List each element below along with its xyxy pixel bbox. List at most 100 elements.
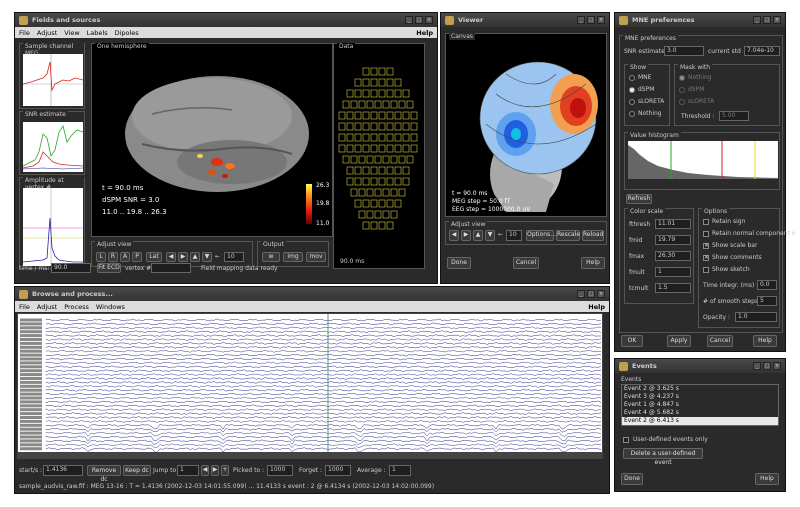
view-right-button[interactable]: R	[108, 252, 118, 262]
delete-event-button[interactable]: Delete a user-defined event	[623, 448, 703, 466]
browse-menu-process[interactable]: Process	[64, 303, 89, 311]
snr-estimate-input[interactable]: 3.0	[664, 46, 704, 56]
trace-area[interactable]	[17, 313, 603, 453]
viewer-rotate-up-button[interactable]: ▲	[473, 230, 483, 241]
show-mne-radio[interactable]	[629, 75, 635, 81]
output-w-button[interactable]: w	[262, 252, 280, 262]
refresh-button[interactable]: Refresh	[626, 194, 652, 204]
vertex-input[interactable]	[151, 263, 191, 273]
rotate-down-button[interactable]: ▼	[202, 252, 212, 262]
fmult-input[interactable]: 1	[655, 267, 691, 277]
viewer-done-button[interactable]: Done	[447, 257, 471, 269]
jump-next-button[interactable]: ▶	[211, 465, 219, 476]
close-icon[interactable]: ×	[773, 16, 781, 24]
mask-sloreta-radio[interactable]	[679, 99, 685, 105]
retain-sign-checkbox[interactable]	[703, 219, 709, 225]
viewer-cancel-button[interactable]: Cancel	[513, 257, 539, 269]
events-help-button[interactable]: Help	[755, 473, 779, 485]
viewer-rotate-right-button[interactable]: ▶	[461, 230, 471, 241]
viewer-rotate-left-button[interactable]: ◀	[449, 230, 459, 241]
view-posterior-button[interactable]: P	[132, 252, 142, 262]
menu-adjust[interactable]: Adjust	[37, 29, 57, 37]
step-input[interactable]: 10	[224, 252, 244, 262]
viewer-step-input[interactable]: 10	[506, 230, 522, 241]
maximize-icon[interactable]: □	[763, 16, 771, 24]
show-dspm-radio[interactable]	[629, 87, 635, 93]
rotate-up-button[interactable]: ▲	[190, 252, 200, 262]
viewer-titlebar[interactable]: Viewer _ □ ×	[441, 13, 609, 27]
close-icon[interactable]: ×	[425, 16, 433, 24]
browse-menu-file[interactable]: File	[19, 303, 30, 311]
view-lateral-button[interactable]: Lat	[146, 252, 162, 262]
events-list[interactable]: Event 2 @ 3.625 s Event 3 @ 4.237 s Even…	[621, 384, 779, 426]
minimize-icon[interactable]: _	[577, 16, 585, 24]
threshold-input[interactable]: 5.00	[719, 111, 749, 121]
event-item[interactable]: Event 2 @ 3.625 s	[622, 385, 778, 393]
events-titlebar[interactable]: Events _ □ ×	[615, 359, 785, 373]
fields-titlebar[interactable]: Fields and sources _ □ ×	[15, 13, 437, 27]
maximize-icon[interactable]: □	[415, 16, 423, 24]
mask-dspm-radio[interactable]	[679, 87, 685, 93]
menu-dipoles[interactable]: Dipoles	[115, 29, 139, 37]
viewer-rotate-down-button[interactable]: ▼	[485, 230, 495, 241]
menu-view[interactable]: View	[64, 29, 79, 37]
mne-help-button[interactable]: Help	[753, 335, 777, 347]
fit-ecd-button[interactable]: Fit ECD	[97, 263, 121, 273]
smooth-steps-input[interactable]: 5	[757, 296, 777, 306]
show-nothing-radio[interactable]	[629, 111, 635, 117]
maximize-icon[interactable]: □	[763, 362, 771, 370]
minimize-icon[interactable]: _	[577, 290, 585, 298]
show-scale-bar-checkbox[interactable]	[703, 242, 709, 249]
mne-titlebar[interactable]: MNE preferences _ □ ×	[615, 13, 785, 27]
output-mov-button[interactable]: mov	[306, 252, 326, 262]
menu-file[interactable]: File	[19, 29, 30, 37]
minimize-icon[interactable]: _	[753, 362, 761, 370]
fthresh-input[interactable]: 11.01	[655, 219, 691, 229]
show-sketch-checkbox[interactable]	[703, 267, 709, 273]
event-item[interactable]: Event 3 @ 4.237 s	[622, 393, 778, 401]
mne-ok-button[interactable]: OK	[621, 335, 643, 347]
output-img-button[interactable]: img	[283, 252, 303, 262]
mask-nothing-radio[interactable]	[679, 75, 685, 81]
picked-input[interactable]: 1000	[267, 465, 293, 476]
remove-dc-button[interactable]: Remove dc	[87, 465, 121, 483]
browse-menu-windows[interactable]: Windows	[96, 303, 125, 311]
tcmult-input[interactable]: 1.5	[655, 283, 691, 293]
jump-prev-button[interactable]: ◀	[201, 465, 209, 476]
browse-menu-help[interactable]: Help	[588, 303, 605, 311]
time-integr-input[interactable]: 0.0	[757, 280, 777, 290]
minimize-icon[interactable]: _	[753, 16, 761, 24]
view-left-button[interactable]: L	[96, 252, 106, 262]
user-defined-only-checkbox[interactable]	[623, 437, 629, 443]
events-done-button[interactable]: Done	[621, 473, 643, 485]
forget-input[interactable]: 1000	[325, 465, 351, 476]
close-icon[interactable]: ×	[597, 290, 605, 298]
minimize-icon[interactable]: _	[405, 16, 413, 24]
viewer-help-button[interactable]: Help	[581, 257, 605, 269]
browse-menu-adjust[interactable]: Adjust	[37, 303, 57, 311]
reload-button[interactable]: Reload	[582, 230, 604, 241]
mne-apply-button[interactable]: Apply	[667, 335, 691, 347]
event-item[interactable]: Event 4 @ 5.682 s	[622, 409, 778, 417]
event-item-selected[interactable]: Event 2 @ 6.413 s	[622, 417, 778, 425]
opacity-input[interactable]: 1.0	[735, 312, 777, 322]
keep-dc-button[interactable]: Keep dc	[123, 465, 151, 476]
close-icon[interactable]: ×	[597, 16, 605, 24]
show-sloreta-radio[interactable]	[629, 99, 635, 105]
rotate-left-button[interactable]: ◀	[166, 252, 176, 262]
retain-normal-checkbox[interactable]	[703, 231, 709, 237]
menu-labels[interactable]: Labels	[87, 29, 108, 37]
options-button[interactable]: Options...	[526, 230, 556, 241]
maximize-icon[interactable]: □	[587, 290, 595, 298]
fmax-input[interactable]: 26.30	[655, 251, 691, 261]
trace-scrollbar[interactable]	[17, 453, 603, 459]
maximize-icon[interactable]: □	[587, 16, 595, 24]
close-icon[interactable]: ×	[773, 362, 781, 370]
browse-titlebar[interactable]: Browse and process... _ □ ×	[15, 287, 609, 301]
view-anterior-button[interactable]: A	[120, 252, 130, 262]
event-item[interactable]: Event 1 @ 4.847 s	[622, 401, 778, 409]
show-comments-checkbox[interactable]	[703, 254, 709, 261]
rotate-right-button[interactable]: ▶	[178, 252, 188, 262]
time-input[interactable]: 90.0	[51, 263, 91, 273]
average-input[interactable]: 1	[389, 465, 411, 476]
